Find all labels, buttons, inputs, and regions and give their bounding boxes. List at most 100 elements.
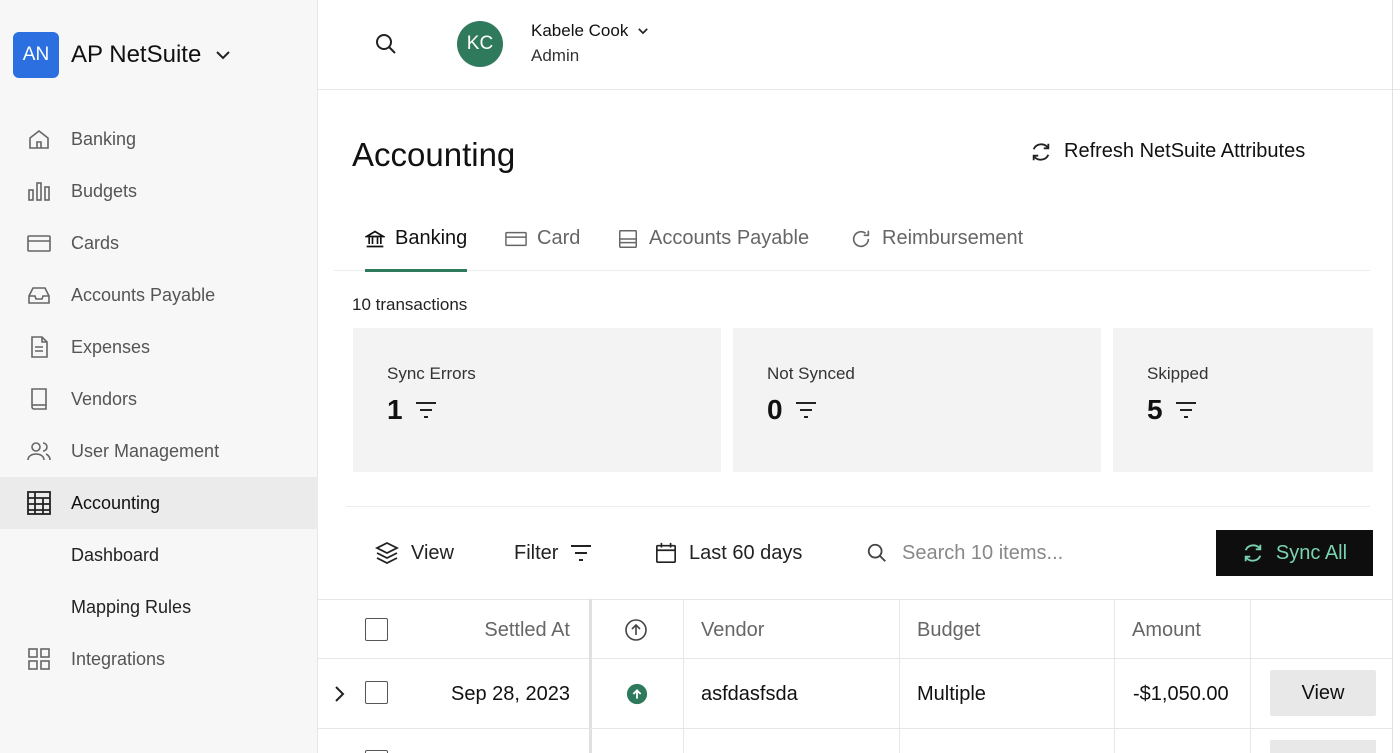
date-range-label: Last 60 days [689,541,803,564]
refresh-icon [1032,142,1050,161]
sidebar-item-label: Integrations [71,648,166,669]
sidebar-item-label: Budgets [71,180,138,201]
filter-icon [571,545,592,561]
stat-value: 0 [767,394,783,425]
scrollbar[interactable] [1392,0,1400,753]
stat-card-skipped: Skipped 5 [1113,328,1373,472]
cell-amount: -$1,050.00 [1133,682,1229,705]
stat-label: Sync Errors [387,364,476,383]
page-title: Accounting [352,136,516,173]
credit-card-icon [27,231,51,255]
sidebar-item-banking[interactable]: Banking [0,113,318,165]
sidebar-item-budgets[interactable]: Budgets [0,165,318,217]
column-header-vendor[interactable]: Vendor [701,600,764,660]
sidebar-item-accounting[interactable]: Accounting [0,477,318,529]
refresh-icon [1244,544,1262,562]
book-icon [27,387,51,411]
layers-icon [375,541,399,565]
bank-icon [365,230,385,247]
user-name: Kabele Cook [531,21,629,40]
filter-icon[interactable] [415,400,437,420]
sidebar-item-mapping-rules[interactable]: Mapping Rules [0,581,318,633]
row-view-button[interactable]: View [1270,670,1376,716]
chevron-right-icon[interactable] [332,682,348,706]
sidebar-nav: Banking Budgets Cards Accounts Payable E… [0,113,318,685]
credit-card-icon [505,231,527,246]
tab-accounts-payable[interactable]: Accounts Payable [617,206,809,271]
users-icon [27,439,51,463]
stat-label: Skipped [1147,364,1209,383]
sidebar-item-vendors[interactable]: Vendors [0,373,318,425]
transaction-count: 10 transactions [352,295,468,314]
date-range-picker[interactable]: Last 60 days [655,538,802,568]
synced-status-icon [626,683,648,705]
column-header-budget[interactable]: Budget [917,600,980,660]
sidebar-item-label: Accounts Payable [71,284,216,305]
accounting-tabs: Banking Card Accounts Payable Reimbursem… [334,206,1370,272]
sync-all-label: Sync All [1275,541,1348,564]
sidebar: AN AP NetSuite Banking Budgets Cards Acc… [0,0,318,753]
search-icon [867,543,886,562]
chevron-down-icon [216,51,231,60]
calendar-icon [656,542,676,563]
user-avatar[interactable]: KC [457,21,503,67]
table-row[interactable]: Sep 28, 2023 asfdasfsda Multiple -$1,050… [318,659,1392,729]
cell-status [626,659,648,729]
workspace-switcher[interactable]: AN AP NetSuite [13,32,233,78]
filter-button[interactable]: Filter [514,538,592,568]
workspace-avatar: AN [13,32,59,78]
sidebar-item-expenses[interactable]: Expenses [0,321,318,373]
stat-card-sync-errors: Sync Errors 1 [353,328,721,472]
refresh-netsuite-attributes-button[interactable]: Refresh NetSuite Attributes [1030,140,1305,163]
sidebar-item-label: User Management [71,440,220,461]
tab-banking[interactable]: Banking [365,206,468,272]
stat-value-row: 5 [1147,394,1197,426]
refresh-label: Refresh NetSuite Attributes [1064,140,1306,162]
home-icon [27,127,51,151]
sidebar-item-label: Dashboard [71,544,160,565]
column-header-amount[interactable]: Amount [1132,600,1201,660]
tab-label: Banking [395,227,468,249]
sidebar-item-user-management[interactable]: User Management [0,425,318,477]
sidebar-item-label: Mapping Rules [71,596,192,617]
sidebar-item-label: Banking [71,128,137,149]
row-view-button[interactable] [1270,740,1376,753]
column-header-settled-at[interactable]: Settled At [484,600,570,660]
select-all-checkbox[interactable] [365,618,388,641]
document-icon [27,335,51,359]
sidebar-item-integrations[interactable]: Integrations [0,633,318,685]
bar-chart-icon [27,179,51,203]
filter-icon[interactable] [795,400,817,420]
tab-card[interactable]: Card [505,206,580,271]
stat-card-not-synced: Not Synced 0 [733,328,1101,472]
filter-icon[interactable] [1175,400,1197,420]
row-checkbox[interactable] [365,681,388,704]
stat-label: Not Synced [767,364,855,383]
sidebar-item-dashboard[interactable]: Dashboard [0,529,318,581]
tab-label: Card [537,227,581,249]
sidebar-item-label: Accounting [71,492,161,513]
cell-settled-at: Sep 28, 2023 [451,682,570,705]
tab-reimbursement[interactable]: Reimbursement [850,206,1023,271]
filter-label: Filter [514,541,559,564]
search-input[interactable] [902,541,1182,565]
user-menu[interactable]: Kabele Cook [531,21,650,41]
sidebar-item-cards[interactable]: Cards [0,217,318,269]
tab-label: Reimbursement [882,227,1024,249]
column-header-status[interactable] [624,600,648,660]
sidebar-item-label: Cards [71,232,120,253]
sidebar-item-accounts-payable[interactable]: Accounts Payable [0,269,318,321]
chevron-down-icon [638,28,649,35]
view-button[interactable]: View [375,538,454,568]
table-search[interactable] [866,538,1196,568]
sync-all-button[interactable]: Sync All [1216,530,1373,576]
topbar: KC Kabele Cook Admin [318,0,1400,753]
view-label: View [411,541,454,564]
user-role: Admin [531,46,580,65]
stat-value-row: 0 [767,394,817,426]
inbox-icon [619,229,637,248]
search-icon[interactable] [374,32,398,56]
workspace-name: AP NetSuite [71,41,202,68]
divider [346,506,1370,507]
cell-vendor: asfdasfsda [701,682,798,705]
